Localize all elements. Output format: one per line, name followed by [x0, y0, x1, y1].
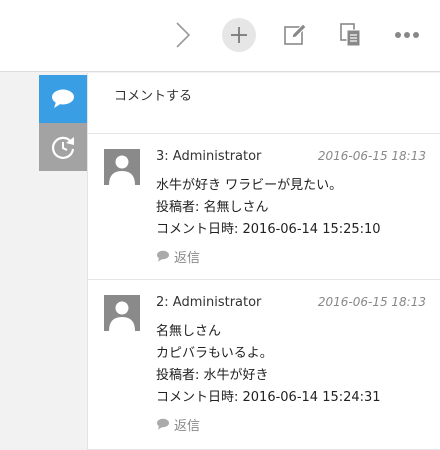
comment-header: 2: Administrator 2016-06-15 18:13	[156, 295, 426, 313]
comment-body: 水牛が好き ワラビーが見たい。 投稿者: 名無しさん コメント日時: 2016-…	[156, 175, 381, 241]
comment-date: 2016-06-15 18:13	[317, 149, 426, 163]
comment-date: 2016-06-15 18:13	[317, 295, 426, 309]
comment-item: 2: Administrator 2016-06-15 18:13 名無しさん …	[88, 280, 440, 450]
more-button[interactable]	[390, 18, 424, 52]
speech-bubble-icon	[156, 418, 170, 430]
comment-text-line: カピバラもいるよ。	[156, 346, 273, 361]
copy-icon	[340, 23, 361, 47]
avatar	[104, 149, 140, 185]
copy-button[interactable]	[334, 18, 368, 52]
tab-comments[interactable]	[39, 75, 87, 123]
reply-button[interactable]: 返信	[156, 248, 201, 266]
plus-icon	[231, 27, 247, 43]
comment-item: 3: Administrator 2016-06-15 18:13 水牛が好き …	[88, 134, 440, 280]
toolbar	[0, 0, 440, 72]
user-icon	[109, 155, 135, 185]
avatar	[104, 295, 140, 331]
comment-author[interactable]: 2: Administrator	[156, 295, 261, 310]
user-icon	[109, 301, 135, 331]
reply-button[interactable]: 返信	[156, 416, 201, 434]
history-icon	[51, 136, 75, 159]
comment-text-line: 名無しさん	[156, 324, 222, 339]
tab-history[interactable]	[39, 123, 87, 171]
comment-datetime-line: コメント日時: 2016-06-14 15:24:31	[156, 390, 381, 405]
chevron-right-icon	[176, 22, 191, 48]
comment-input[interactable]: コメントする	[88, 73, 440, 134]
side-tabs	[39, 75, 87, 171]
comment-poster-line: 投稿者: 水牛が好き	[156, 368, 269, 383]
more-icon	[395, 32, 419, 38]
edit-button[interactable]	[278, 18, 312, 52]
comment-header: 3: Administrator 2016-06-15 18:13	[156, 149, 426, 167]
comment-body: 名無しさん カピバラもいるよ。 投稿者: 水牛が好き コメント日時: 2016-…	[156, 321, 381, 409]
comments-panel: コメントする 3: Administrator 2016-06-15 18:13…	[87, 73, 440, 450]
edit-icon	[284, 23, 307, 45]
comment-text-line: 水牛が好き ワラビーが見たい。	[156, 178, 343, 193]
comment-author[interactable]: 3: Administrator	[156, 149, 261, 164]
reply-label: 返信	[174, 418, 201, 434]
comment-poster-line: 投稿者: 名無しさん	[156, 200, 269, 215]
next-button[interactable]	[166, 18, 200, 52]
add-button[interactable]	[222, 18, 256, 52]
reply-label: 返信	[174, 250, 201, 266]
comment-icon	[52, 89, 74, 108]
comment-datetime-line: コメント日時: 2016-06-14 15:25:10	[156, 222, 381, 237]
speech-bubble-icon	[156, 250, 170, 262]
